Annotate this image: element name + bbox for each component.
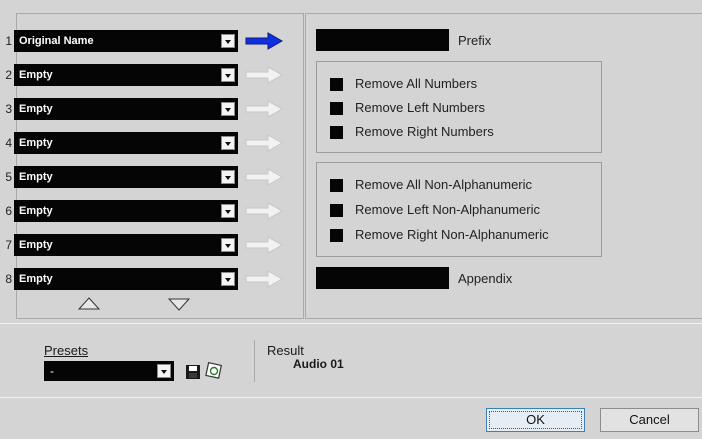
remove-right-nonalpha-label: Remove Right Non-Alphanumeric	[355, 227, 549, 242]
slot-number: 6	[5, 204, 12, 218]
ok-button[interactable]: OK	[486, 408, 585, 432]
flow-arrow-icon	[245, 100, 284, 118]
slot-value: Original Name	[19, 35, 94, 47]
slot-value: Empty	[19, 171, 53, 183]
remove-right-numbers-label: Remove Right Numbers	[355, 124, 494, 139]
flow-arrow-icon	[245, 202, 284, 220]
presets-dropdown[interactable]: -	[44, 361, 174, 381]
slot-value: Empty	[19, 137, 53, 149]
chevron-down-icon[interactable]	[221, 272, 235, 286]
result-label: Result	[267, 343, 304, 358]
remove-right-numbers-checkbox[interactable]	[330, 126, 343, 139]
slot-dropdown[interactable]: Empty	[14, 200, 238, 222]
remove-all-numbers-label: Remove All Numbers	[355, 76, 478, 91]
slot-dropdown[interactable]: Empty	[14, 234, 238, 256]
remove-right-nonalpha-checkbox[interactable]	[330, 229, 343, 242]
slot-number: 1	[5, 34, 12, 48]
flow-arrow-icon	[245, 168, 284, 186]
slot-value: Empty	[19, 103, 53, 115]
slot-dropdown[interactable]: Empty	[14, 268, 238, 290]
chevron-down-icon[interactable]	[221, 34, 235, 48]
move-up-icon[interactable]	[78, 297, 100, 311]
result-value: Audio 01	[293, 357, 344, 371]
move-down-icon[interactable]	[168, 297, 190, 311]
slot-number: 8	[5, 272, 12, 286]
nonalpha-options-group: Remove All Non-Alphanumeric Remove Left …	[316, 162, 602, 257]
chevron-down-icon[interactable]	[221, 102, 235, 116]
presets-value: -	[50, 364, 54, 378]
slot-value: Empty	[19, 205, 53, 217]
slot-dropdown[interactable]: Empty	[14, 132, 238, 154]
prefix-field[interactable]	[316, 29, 449, 51]
flow-arrow-icon	[245, 32, 284, 50]
chevron-down-icon[interactable]	[221, 238, 235, 252]
remove-preset-icon[interactable]	[205, 362, 223, 380]
presets-label: Presets	[44, 343, 89, 358]
chevron-down-icon[interactable]	[157, 364, 171, 378]
cancel-button[interactable]: Cancel	[600, 408, 699, 432]
slot-value: Empty	[19, 273, 53, 285]
slot-value: Empty	[19, 69, 53, 81]
remove-left-nonalpha-label: Remove Left Non-Alphanumeric	[355, 202, 540, 217]
number-options-group: Remove All Numbers Remove Left Numbers R…	[316, 61, 602, 153]
flow-arrow-icon	[245, 66, 284, 84]
remove-all-nonalpha-checkbox[interactable]	[330, 179, 343, 192]
slot-dropdown[interactable]: Empty	[14, 98, 238, 120]
remove-left-numbers-checkbox[interactable]	[330, 102, 343, 115]
button-divider	[0, 397, 702, 398]
slot-dropdown[interactable]: Original Name	[14, 30, 238, 52]
slot-number: 3	[5, 102, 12, 116]
bottom-divider	[0, 323, 702, 324]
slot-value: Empty	[19, 239, 53, 251]
slot-dropdown[interactable]: Empty	[14, 166, 238, 188]
appendix-field[interactable]	[316, 267, 449, 289]
slot-number: 2	[5, 68, 12, 82]
remove-left-nonalpha-checkbox[interactable]	[330, 204, 343, 217]
ok-button-label: OK	[526, 412, 545, 427]
save-preset-icon[interactable]	[185, 364, 201, 380]
appendix-label: Appendix	[458, 271, 513, 286]
slot-number: 7	[5, 238, 12, 252]
slot-number: 5	[5, 170, 12, 184]
flow-arrow-icon	[245, 236, 284, 254]
chevron-down-icon[interactable]	[221, 204, 235, 218]
slot-dropdown[interactable]: Empty	[14, 64, 238, 86]
prefix-label: Prefix	[458, 33, 492, 48]
remove-all-numbers-checkbox[interactable]	[330, 78, 343, 91]
chevron-down-icon[interactable]	[221, 68, 235, 82]
remove-all-nonalpha-label: Remove All Non-Alphanumeric	[355, 177, 533, 192]
chevron-down-icon[interactable]	[221, 136, 235, 150]
flow-arrow-icon	[245, 270, 284, 288]
slot-number: 4	[5, 136, 12, 150]
chevron-down-icon[interactable]	[221, 170, 235, 184]
flow-arrow-icon	[245, 134, 284, 152]
cancel-button-label: Cancel	[629, 412, 670, 427]
result-divider	[254, 340, 255, 382]
remove-left-numbers-label: Remove Left Numbers	[355, 100, 486, 115]
